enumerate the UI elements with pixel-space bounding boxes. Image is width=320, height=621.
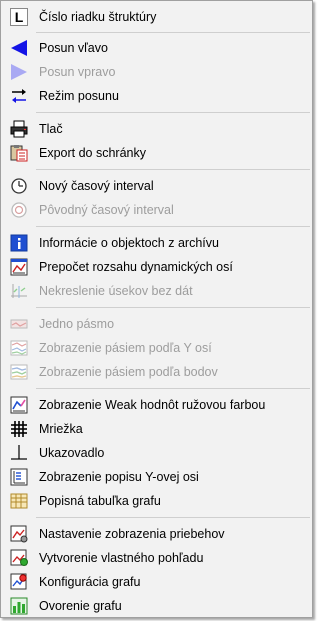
menu-item-label: Vytvorenie vlastného pohľadu: [39, 551, 204, 565]
bar-chart-icon: [8, 596, 30, 616]
menu-item-y-axis-description[interactable]: Zobrazenie popisu Y-ovej osi: [2, 465, 311, 489]
menu-item-chart-configuration[interactable]: Konfigurácia grafu: [2, 570, 311, 594]
y-axis-label-icon: [8, 467, 30, 487]
info-icon: [8, 233, 30, 253]
menu-item-no-draw-gaps[interactable]: Nekreslenie úsekov bez dát: [2, 279, 311, 303]
menu-item-label: Export do schránky: [39, 146, 146, 160]
arrow-left-icon: [8, 38, 30, 58]
menu-item-pan-right[interactable]: Posun vpravo: [2, 60, 311, 84]
menu-item-bands-by-y-axes[interactable]: Zobrazenie pásiem podľa Y osí: [2, 336, 311, 360]
menu-item-label: Zobrazenie popisu Y-ovej osi: [39, 470, 199, 484]
menu-item-archive-object-info[interactable]: Informácie o objektoch z archívu: [2, 231, 311, 255]
menu-item-label: Tlač: [39, 122, 63, 136]
menu-item-trend-display-settings[interactable]: Nastavenie zobrazenia priebehov: [2, 522, 311, 546]
clock-reset-icon: [8, 200, 30, 220]
menu-item-label: Nový časový interval: [39, 179, 154, 193]
menu-item-pan-left[interactable]: Posun vľavo: [2, 36, 311, 60]
menu-item-label: Číslo riadku štruktúry: [39, 10, 157, 24]
printer-icon: [8, 119, 30, 139]
menu-separator: [36, 307, 310, 308]
bands-y-axis-icon: [8, 338, 30, 358]
axis-rescale-icon: [8, 257, 30, 277]
menu-item-label: Pôvodný časový interval: [39, 203, 174, 217]
clipboard-export-icon: [8, 143, 30, 163]
menu-item-new-time-interval[interactable]: Nový časový interval: [2, 174, 311, 198]
menu-item-label: Mriežka: [39, 422, 83, 436]
custom-view-icon: [8, 548, 30, 568]
bands-points-icon: [8, 362, 30, 382]
move-arrows-icon: [8, 86, 30, 106]
menu-item-original-time-interval[interactable]: Pôvodný časový interval: [2, 198, 311, 222]
menu-item-label: Konfigurácia grafu: [39, 575, 141, 589]
menu-separator: [36, 517, 310, 518]
menu-item-grid[interactable]: Mriežka: [2, 417, 311, 441]
menu-item-recalc-dynamic-axes[interactable]: Prepočet rozsahu dynamických osí: [2, 255, 311, 279]
menu-item-label: Posun vľavo: [39, 41, 108, 55]
menu-item-chart-legend-table[interactable]: Popisná tabuľka grafu: [2, 489, 311, 513]
context-menu: L Číslo riadku štruktúry Posun vľavo Pos…: [0, 0, 313, 618]
menu-item-row-number[interactable]: L Číslo riadku štruktúry: [2, 5, 311, 29]
arrow-right-icon: [8, 62, 30, 82]
menu-item-label: Nekreslenie úsekov bez dát: [39, 284, 193, 298]
menu-item-label: Ovorenie grafu: [39, 599, 122, 613]
menu-item-open-chart[interactable]: Ovorenie grafu: [2, 594, 311, 618]
menu-item-export-clipboard[interactable]: Export do schránky: [2, 141, 311, 165]
menu-item-pointer[interactable]: Ukazovadlo: [2, 441, 311, 465]
menu-item-weak-values-pink[interactable]: Zobrazenie Weak hodnôt ružovou farbou: [2, 393, 311, 417]
menu-item-label: Popisná tabuľka grafu: [39, 494, 161, 508]
menu-separator: [36, 226, 310, 227]
chart-config-icon: [8, 572, 30, 592]
menu-item-bands-by-points[interactable]: Zobrazenie pásiem podľa bodov: [2, 360, 311, 384]
single-band-icon: [8, 314, 30, 334]
gap-chart-icon: [8, 281, 30, 301]
menu-item-print[interactable]: Tlač: [2, 117, 311, 141]
clock-icon: [8, 176, 30, 196]
menu-item-pan-mode[interactable]: Režim posunu: [2, 84, 311, 108]
letter-l-icon: L: [8, 7, 30, 27]
menu-item-label: Zobrazenie pásiem podľa bodov: [39, 365, 218, 379]
menu-separator: [36, 169, 310, 170]
menu-separator: [36, 388, 310, 389]
menu-item-label: Zobrazenie pásiem podľa Y osí: [39, 341, 212, 355]
menu-separator: [36, 112, 310, 113]
menu-item-label: Zobrazenie Weak hodnôt ružovou farbou: [39, 398, 266, 412]
menu-item-create-custom-view[interactable]: Vytvorenie vlastného pohľadu: [2, 546, 311, 570]
pointer-crosshair-icon: [8, 443, 30, 463]
menu-item-label: Režim posunu: [39, 89, 119, 103]
trend-settings-icon: [8, 524, 30, 544]
menu-item-label: Nastavenie zobrazenia priebehov: [39, 527, 225, 541]
menu-separator: [36, 32, 310, 33]
menu-item-label: Jedno pásmo: [39, 317, 115, 331]
menu-item-label: Ukazovadlo: [39, 446, 105, 460]
menu-item-label: Informácie o objektoch z archívu: [39, 236, 219, 250]
menu-item-label: Prepočet rozsahu dynamických osí: [39, 260, 233, 274]
menu-item-label: Posun vpravo: [39, 65, 116, 79]
legend-table-icon: [8, 491, 30, 511]
menu-item-single-band[interactable]: Jedno pásmo: [2, 312, 311, 336]
grid-icon: [8, 419, 30, 439]
weak-values-icon: [8, 395, 30, 415]
